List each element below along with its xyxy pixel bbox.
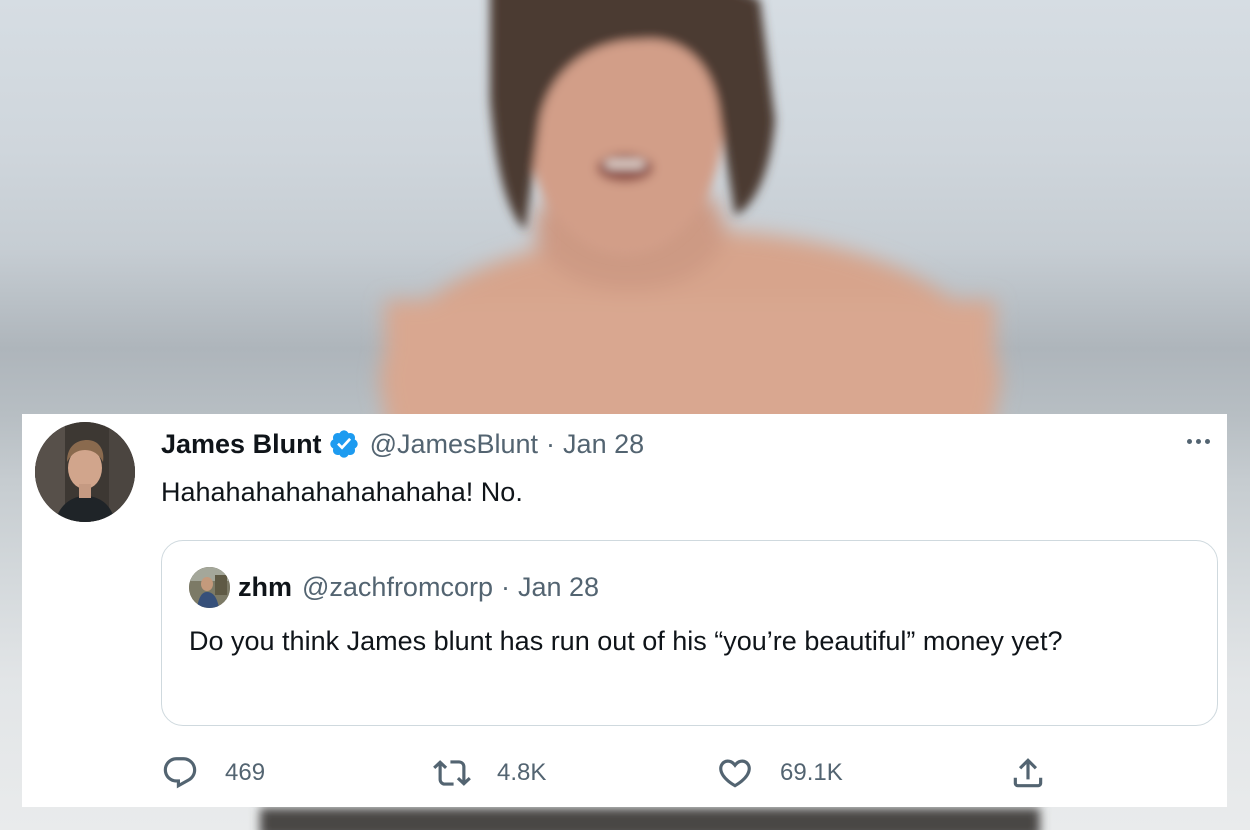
tweet-date[interactable]: Jan 28 bbox=[563, 429, 644, 460]
quoted-author-avatar[interactable] bbox=[189, 566, 230, 608]
screenshot-canvas: James Blunt @JamesBlunt · Jan 28 Hahahah… bbox=[0, 0, 1250, 830]
share-button[interactable] bbox=[1009, 752, 1047, 794]
quoted-tweet[interactable]: zhm @zachfromcorp · Jan 28 Do you think … bbox=[161, 540, 1218, 726]
reply-button[interactable]: 469 bbox=[161, 752, 265, 794]
header-separator: · bbox=[546, 428, 556, 459]
like-button[interactable]: 69.1K bbox=[716, 752, 843, 794]
quoted-author-handle[interactable]: @zachfromcorp bbox=[302, 572, 493, 603]
retweet-button[interactable]: 4.8K bbox=[433, 752, 546, 794]
quoted-tweet-text: Do you think James blunt has run out of … bbox=[189, 626, 1063, 656]
tweet-card[interactable]: James Blunt @JamesBlunt · Jan 28 Hahahah… bbox=[22, 414, 1227, 807]
quoted-author-name[interactable]: zhm bbox=[238, 572, 292, 603]
tweet-header: James Blunt @JamesBlunt · Jan 28 bbox=[161, 426, 644, 462]
author-handle[interactable]: @JamesBlunt bbox=[370, 429, 538, 460]
more-horizontal-icon[interactable] bbox=[1180, 429, 1216, 453]
verified-badge-icon bbox=[328, 428, 360, 460]
tweet-actions: 469 4.8K 69.1K bbox=[161, 752, 1161, 794]
reply-icon bbox=[161, 754, 199, 792]
heart-icon bbox=[716, 754, 754, 792]
retweet-icon bbox=[433, 754, 471, 792]
quoted-tweet-date[interactable]: Jan 28 bbox=[518, 572, 599, 603]
retweet-count: 4.8K bbox=[497, 759, 547, 786]
like-count: 69.1K bbox=[780, 759, 843, 786]
quoted-tweet-header: zhm @zachfromcorp · Jan 28 bbox=[189, 566, 599, 608]
author-name[interactable]: James Blunt bbox=[161, 429, 322, 460]
quoted-header-separator: · bbox=[500, 571, 510, 602]
share-icon bbox=[1009, 754, 1047, 792]
author-avatar[interactable] bbox=[35, 422, 135, 522]
tweet-text: Hahahahahahahahahaha! No. bbox=[161, 477, 523, 507]
reply-count: 469 bbox=[225, 759, 266, 786]
